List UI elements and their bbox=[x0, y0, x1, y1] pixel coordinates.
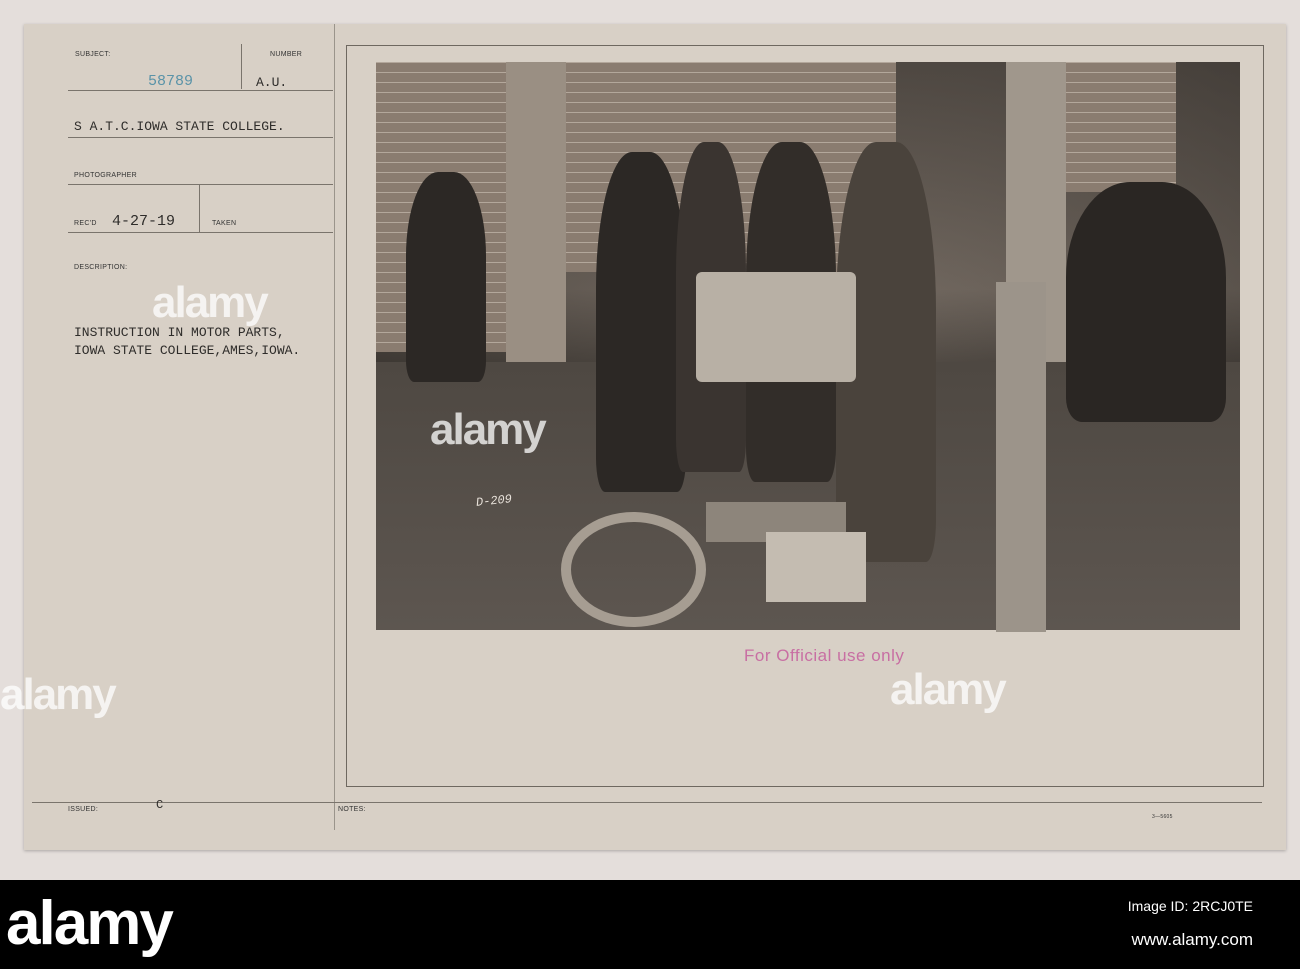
notes-label: NOTES: bbox=[338, 806, 366, 813]
watermark-logo: alamy bbox=[430, 405, 547, 454]
number-label: NUMBER bbox=[270, 51, 303, 58]
watermark-logo: alamy bbox=[152, 278, 269, 327]
watermark-logo: alamy bbox=[890, 665, 1007, 714]
taken-label: TAKEN bbox=[212, 220, 237, 227]
description-line-2: IOWA STATE COLLEGE,AMES,IOWA. bbox=[74, 343, 301, 358]
alamy-url[interactable]: www.alamy.com bbox=[1131, 930, 1253, 950]
unit-code: A.U. bbox=[256, 75, 288, 90]
watermark-footer: alamy Image ID: 2RCJ0TE www.alamy.com bbox=[0, 880, 1300, 969]
recd-label: REC'D bbox=[74, 220, 97, 227]
form-code: 3—5605 bbox=[1152, 814, 1173, 820]
photographer-label: PHOTOGRAPHER bbox=[74, 172, 137, 179]
archival-record-card: SUBJECT: NUMBER 58789 A.U. S A.T.C.IOWA … bbox=[24, 24, 1286, 850]
subject-text: S A.T.C.IOWA STATE COLLEGE. bbox=[74, 119, 285, 134]
image-id: Image ID: 2RCJ0TE bbox=[1127, 898, 1253, 914]
alamy-logo: alamy bbox=[6, 889, 174, 958]
issued-label: ISSUED: bbox=[68, 806, 99, 813]
issued-value: C bbox=[156, 798, 164, 812]
watermark-logo: alamy bbox=[0, 670, 117, 719]
photograph-motor-instruction: D-209 bbox=[376, 62, 1240, 632]
official-use-stamp: For Official use only bbox=[744, 646, 905, 665]
description-label: DESCRIPTION: bbox=[74, 264, 128, 271]
subject-label: SUBJECT: bbox=[75, 51, 111, 58]
record-number: 58789 bbox=[148, 73, 194, 90]
recd-date: 4-27-19 bbox=[112, 213, 176, 230]
